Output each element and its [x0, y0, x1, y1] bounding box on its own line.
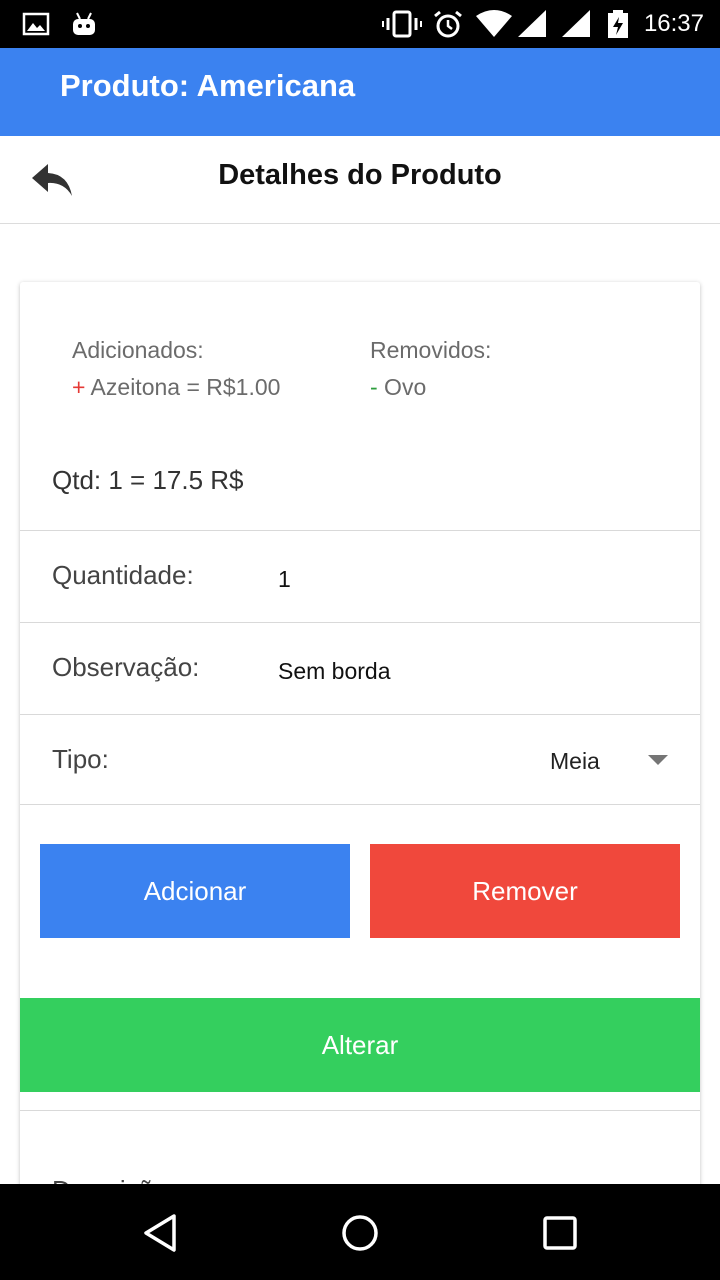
alter-button[interactable]: Alterar — [20, 998, 700, 1092]
back-triangle-icon[interactable] — [140, 1212, 182, 1254]
type-select[interactable]: Meia — [528, 741, 668, 781]
home-circle-icon[interactable] — [339, 1212, 381, 1254]
added-section: Adicionados: + Azeitona = R$1.00 — [72, 336, 280, 401]
image-icon — [22, 12, 50, 36]
battery-charging-icon — [608, 10, 628, 38]
page-title: Detalhes do Produto — [218, 159, 502, 191]
observation-row: Observação: Sem borda — [20, 622, 700, 714]
alarm-icon — [434, 10, 462, 38]
product-details-card: Adicionados: + Azeitona = R$1.00 Removid… — [20, 282, 700, 1280]
quantity-label: Quantidade: — [52, 560, 194, 590]
add-button[interactable]: Adcionar — [40, 844, 350, 938]
signal-icon — [562, 10, 590, 37]
app-title: Produto: Americana — [60, 68, 356, 103]
navigation-bar — [0, 1184, 720, 1280]
status-time: 16:37 — [643, 10, 704, 37]
status-bar: 16:37 — [0, 0, 720, 48]
type-row: Tipo: Meia — [20, 714, 700, 804]
observation-input[interactable]: Sem borda — [278, 657, 658, 685]
signal-icon — [518, 10, 546, 37]
android-icon — [73, 12, 95, 35]
added-item: + Azeitona = R$1.00 — [72, 373, 280, 401]
vibrate-icon — [382, 10, 422, 38]
minus-sign: - — [370, 374, 378, 400]
type-selected-value: Meia — [550, 748, 600, 774]
removed-item: - Ovo — [370, 373, 491, 401]
observation-label: Observação: — [52, 652, 200, 682]
app-bar: Produto: Americana — [0, 48, 720, 136]
remove-button[interactable]: Remover — [370, 844, 680, 938]
plus-sign: + — [72, 374, 86, 400]
removed-label: Removidos: — [370, 337, 492, 363]
page-header: Detalhes do Produto — [0, 136, 720, 224]
removed-section: Removidos: - Ovo — [370, 336, 491, 401]
wifi-icon — [476, 10, 512, 37]
quantity-total: Qtd: 1 = 17.5 R$ — [52, 465, 244, 495]
removed-item-text: Ovo — [377, 374, 427, 400]
dropdown-arrow-icon — [648, 755, 668, 765]
divider — [20, 804, 700, 805]
quantity-input[interactable]: 1 — [278, 565, 658, 593]
divider — [20, 1110, 700, 1111]
type-label: Tipo: — [52, 744, 109, 774]
quantity-row: Quantidade: 1 — [20, 530, 700, 622]
recents-square-icon[interactable] — [539, 1212, 581, 1254]
added-item-text: Azeitona = R$1.00 — [85, 374, 281, 400]
added-label: Adicionados: — [72, 337, 204, 363]
